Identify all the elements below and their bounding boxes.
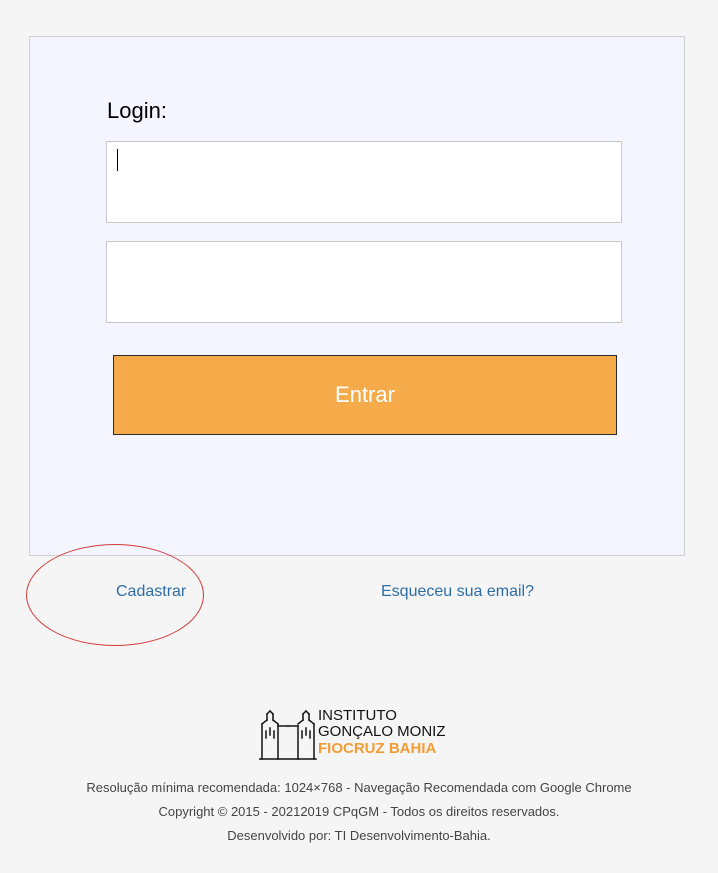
login-input[interactable] [106, 141, 622, 223]
register-link[interactable]: Cadastrar [116, 582, 186, 602]
institute-logo: INSTITUTO GONÇALO MONIZ FIOCRUZ BAHIA [259, 704, 464, 768]
login-title: Login: [107, 98, 167, 123]
footer-resolution-note: Resolução mínima recomendada: 1024×768 -… [86, 780, 632, 795]
logo-text-line-2: GONÇALO MONIZ [318, 723, 446, 740]
footer-copyright: Copyright © 2015 - 20212019 CPqGM - Todo… [158, 804, 560, 819]
logo-text-line-3: FIOCRUZ BAHIA [318, 740, 437, 757]
institute-building-icon [259, 709, 317, 760]
enter-button[interactable]: Entrar [113, 355, 617, 435]
logo-text-line-1: INSTITUTO [318, 707, 397, 724]
text-caret [117, 149, 118, 171]
forgot-email-link[interactable]: Esqueceu sua email? [381, 582, 534, 602]
password-input[interactable] [106, 241, 622, 323]
footer-developer: Desenvolvido por: TI Desenvolvimento-Bah… [227, 828, 491, 843]
